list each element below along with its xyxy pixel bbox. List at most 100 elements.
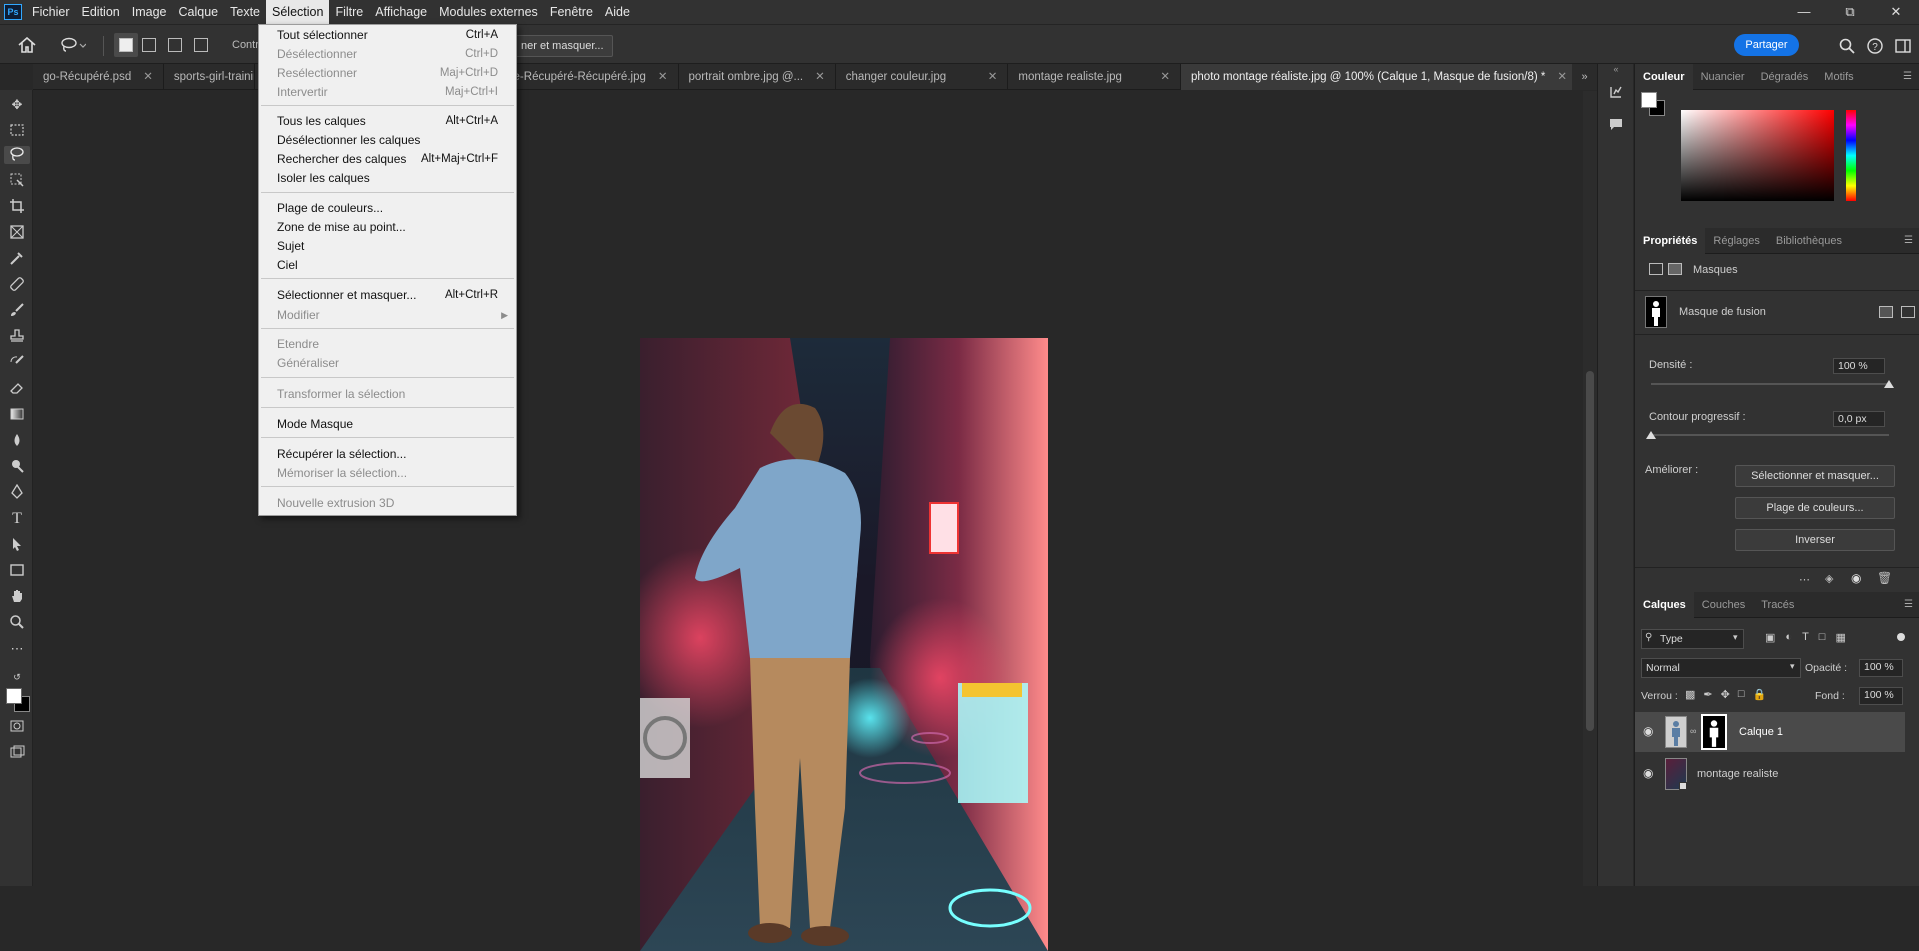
menu-selection[interactable]: Sélection	[266, 0, 330, 24]
tab-degrades[interactable]: Dégradés	[1753, 64, 1817, 90]
menu-calque[interactable]: Calque	[173, 0, 225, 24]
close-tab-icon[interactable]: ✕	[1557, 64, 1567, 90]
home-icon[interactable]	[18, 37, 36, 53]
panel-menu-icon[interactable]: ☰	[1904, 599, 1914, 610]
vertical-scrollbar[interactable]	[1583, 91, 1597, 886]
restore-icon[interactable]: ⧉	[1827, 0, 1873, 24]
share-button[interactable]: Partager	[1734, 34, 1799, 56]
comments-panel-icon[interactable]	[1608, 116, 1624, 132]
eyedropper-tool-icon[interactable]	[8, 250, 26, 268]
lock-artboard-icon[interactable]: □	[1738, 688, 1745, 701]
density-input[interactable]: 100 %	[1833, 358, 1885, 374]
lock-transparent-icon[interactable]: ▩	[1685, 688, 1695, 701]
color-range-button[interactable]: Plage de couleurs...	[1735, 497, 1895, 519]
lasso-tool-icon[interactable]	[4, 146, 30, 164]
lock-all-icon[interactable]: 🔒	[1753, 688, 1767, 701]
menu-item-color-range[interactable]: Plage de couleurs...	[259, 199, 516, 218]
intersect-selection-icon[interactable]	[194, 38, 208, 52]
layer-mask-thumbnail[interactable]	[1701, 714, 1727, 750]
select-and-mask-panel-button[interactable]: Sélectionner et masquer...	[1735, 465, 1895, 487]
menu-item-inverse[interactable]: Intervertir Maj+Ctrl+I	[259, 83, 516, 102]
tab-document-4[interactable]: portrait ombre.jpg @... ✕	[679, 64, 836, 90]
menu-aide[interactable]: Aide	[599, 0, 636, 24]
workspace-icon[interactable]	[1895, 38, 1911, 54]
zoom-tool-icon[interactable]	[8, 614, 26, 632]
object-selection-tool-icon[interactable]	[8, 172, 26, 190]
tab-document-2[interactable]: sports-girl-trainin	[164, 64, 255, 90]
hue-slider[interactable]	[1846, 110, 1856, 201]
color-picker-field[interactable]	[1681, 110, 1834, 201]
tabs-overflow-icon[interactable]: »	[1572, 64, 1597, 90]
menu-fenetre[interactable]: Fenêtre	[544, 0, 599, 24]
lock-pixels-icon[interactable]: ✒	[1703, 688, 1712, 701]
layer-visibility-icon[interactable]: ◉	[1643, 766, 1653, 780]
apply-mask-icon[interactable]	[1879, 306, 1893, 318]
tab-document-active[interactable]: photo montage réaliste.jpg @ 100% (Calqu…	[1181, 64, 1578, 90]
menu-item-sky[interactable]: Ciel	[259, 256, 516, 275]
search-icon[interactable]	[1839, 38, 1855, 54]
type-filter-icon[interactable]: T	[1802, 631, 1809, 644]
path-selection-tool-icon[interactable]	[8, 536, 26, 554]
adjustment-filter-icon[interactable]: ◐	[1785, 631, 1792, 644]
document-image[interactable]	[640, 338, 1048, 951]
menu-item-save-selection[interactable]: Mémoriser la sélection...	[259, 464, 516, 483]
pixel-filter-icon[interactable]: ▣	[1765, 631, 1775, 644]
layer-visibility-icon[interactable]: ◉	[1643, 724, 1653, 738]
select-and-mask-button[interactable]: ner et masquer...	[512, 35, 613, 57]
menu-image[interactable]: Image	[126, 0, 173, 24]
menu-item-isolate-layers[interactable]: Isoler les calques	[259, 169, 516, 188]
selection-from-mask-icon[interactable]: ⋯	[1799, 573, 1810, 586]
add-selection-icon[interactable]	[142, 38, 156, 52]
tab-motifs[interactable]: Motifs	[1816, 64, 1861, 90]
tab-reglages[interactable]: Réglages	[1705, 228, 1767, 254]
menu-item-subject[interactable]: Sujet	[259, 237, 516, 256]
scrollbar-thumb[interactable]	[1586, 371, 1594, 731]
pen-tool-icon[interactable]	[8, 483, 26, 502]
opacity-input[interactable]: 100 %	[1859, 659, 1903, 677]
menu-item-all-layers[interactable]: Tous les calques Alt+Ctrl+A	[259, 112, 516, 131]
collapse-dock-icon[interactable]: «	[1598, 64, 1634, 76]
subtract-selection-icon[interactable]	[168, 38, 182, 52]
swap-colors-icon[interactable]: ↺	[8, 668, 26, 686]
close-tab-icon[interactable]: ✕	[143, 64, 153, 90]
tab-couleur[interactable]: Couleur	[1635, 63, 1693, 90]
menu-filtre[interactable]: Filtre	[329, 0, 369, 24]
healing-brush-tool-icon[interactable]	[8, 276, 26, 294]
crop-tool-icon[interactable]	[8, 198, 26, 216]
eraser-tool-icon[interactable]	[8, 380, 26, 398]
marquee-tool-icon[interactable]	[8, 122, 26, 140]
panel-menu-icon[interactable]: ☰	[1903, 71, 1913, 82]
minimize-icon[interactable]: —	[1781, 0, 1827, 24]
close-icon[interactable]: ✕	[1873, 0, 1919, 24]
gradient-tool-icon[interactable]	[8, 406, 26, 424]
frame-tool-icon[interactable]	[8, 224, 26, 242]
dodge-tool-icon[interactable]	[8, 458, 26, 476]
menu-item-transform-selection[interactable]: Transformer la sélection	[259, 385, 516, 404]
history-panel-icon[interactable]	[1608, 84, 1624, 100]
density-slider[interactable]	[1651, 383, 1889, 385]
blur-tool-icon[interactable]	[8, 432, 26, 450]
menu-item-quick-mask[interactable]: Mode Masque	[259, 415, 516, 434]
delete-mask-icon[interactable]: 🗑	[1877, 571, 1892, 585]
close-tab-icon[interactable]: ✕	[815, 64, 825, 90]
menu-edition[interactable]: Edition	[76, 0, 126, 24]
history-brush-tool-icon[interactable]	[8, 354, 26, 372]
hand-tool-icon[interactable]	[8, 588, 26, 606]
feather-input[interactable]: 0,0 px	[1833, 411, 1885, 427]
tab-document-1[interactable]: go-Récupéré.psd ✕	[33, 64, 164, 90]
menu-modules-externes[interactable]: Modules externes	[433, 0, 544, 24]
fill-input[interactable]: 100 %	[1859, 687, 1903, 705]
smart-object-filter-icon[interactable]: ▦	[1835, 631, 1845, 644]
tab-calques[interactable]: Calques	[1635, 591, 1694, 618]
invert-button[interactable]: Inverser	[1735, 529, 1895, 551]
density-slider-thumb[interactable]	[1884, 380, 1894, 388]
visibility-toggle-icon[interactable]: ◉	[1851, 571, 1861, 585]
close-tab-icon[interactable]: ✕	[1160, 64, 1170, 90]
tab-bibliotheques[interactable]: Bibliothèques	[1768, 228, 1850, 254]
blend-mode-select[interactable]: Normal	[1641, 658, 1801, 678]
lock-position-icon[interactable]: ✥	[1721, 688, 1730, 701]
foreground-color-swatch[interactable]	[6, 688, 22, 704]
layer-filter-select[interactable]: Type	[1641, 629, 1744, 649]
quick-mask-icon[interactable]	[8, 718, 26, 736]
menu-item-select-and-mask[interactable]: Sélectionner et masquer... Alt+Ctrl+R	[259, 286, 516, 305]
